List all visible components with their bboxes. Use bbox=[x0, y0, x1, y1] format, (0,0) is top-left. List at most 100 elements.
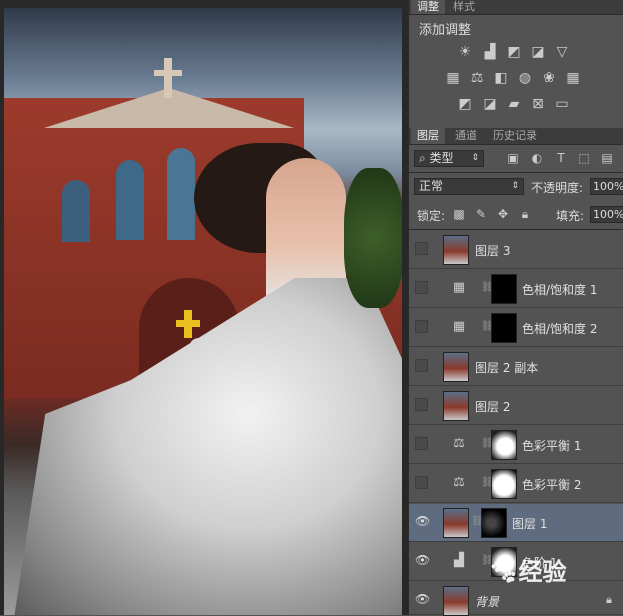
layer-mask-thumbnail[interactable] bbox=[491, 430, 517, 460]
tab-history[interactable]: 历史记录 bbox=[487, 128, 543, 144]
chevron-updown-icon: ⇕ bbox=[471, 153, 479, 163]
adjustment-filter-icon[interactable]: ◐ bbox=[529, 150, 545, 166]
gradient-map-icon[interactable]: ▭ bbox=[554, 96, 570, 112]
visibility-toggle[interactable] bbox=[415, 398, 428, 411]
black-white-icon[interactable]: ◧ bbox=[493, 70, 509, 86]
layer-row[interactable]: ▦ ⛓ 色相/饱和度 1 bbox=[409, 270, 623, 308]
layer-mask-thumbnail[interactable] bbox=[481, 508, 507, 538]
window bbox=[116, 160, 144, 240]
threshold-icon[interactable]: ▰ bbox=[506, 96, 522, 112]
blend-mode-select[interactable]: 正常 ⇕ bbox=[414, 178, 524, 195]
layer-row[interactable]: ▦ ⛓ 色相/饱和度 2 bbox=[409, 309, 623, 347]
filter-kind-value: 类型 bbox=[429, 151, 454, 165]
cross-bar bbox=[154, 70, 182, 76]
layer-row[interactable]: 👁︎ ⛓ 图层 1 bbox=[409, 504, 623, 542]
layer-thumbnail bbox=[443, 391, 469, 421]
link-icon[interactable]: ⛓ bbox=[471, 515, 484, 529]
eye-icon[interactable]: 👁︎ bbox=[415, 593, 430, 606]
link-icon[interactable]: ⛓ bbox=[481, 281, 494, 295]
link-icon[interactable]: ⛓ bbox=[481, 437, 494, 451]
layer-mask-thumbnail[interactable] bbox=[491, 313, 517, 343]
paw-icon: 🐾︎ bbox=[488, 558, 519, 586]
color-balance-icon: ⚖ bbox=[453, 436, 465, 451]
layer-name: 图层 1 bbox=[512, 517, 548, 531]
layer-row[interactable]: ⚖ ⛓ 色彩平衡 2 bbox=[409, 465, 623, 503]
brightness-icon[interactable]: ☀ bbox=[457, 44, 473, 60]
link-icon[interactable]: ⛓ bbox=[481, 320, 494, 334]
tab-adjustments[interactable]: 调整 bbox=[411, 0, 445, 14]
hue-sat-icon: ▦ bbox=[452, 280, 466, 295]
layer-name: 图层 2 副本 bbox=[475, 361, 539, 375]
layer-thumbnail bbox=[443, 508, 469, 538]
visibility-toggle[interactable] bbox=[415, 437, 428, 450]
hue-sat-icon[interactable]: ▦ bbox=[445, 70, 461, 86]
gold-cross-bar bbox=[176, 320, 200, 327]
lock-all-icon[interactable]: 🔒︎ bbox=[517, 206, 533, 222]
blend-mode-value: 正常 bbox=[419, 179, 444, 193]
divider bbox=[409, 229, 623, 230]
curves-icon[interactable]: ◩ bbox=[506, 44, 522, 60]
watermark-text: 经验 bbox=[518, 558, 567, 586]
layers-tabbar: 图层 通道 历史记录 bbox=[409, 128, 623, 145]
visibility-toggle[interactable] bbox=[415, 476, 428, 489]
exposure-icon[interactable]: ◪ bbox=[530, 44, 546, 60]
canvas-area[interactable] bbox=[0, 0, 408, 615]
channel-mixer-icon[interactable]: ❀ bbox=[541, 70, 557, 86]
lock-label: 锁定: bbox=[417, 209, 446, 223]
visibility-toggle[interactable] bbox=[415, 281, 428, 294]
levels-icon: ▟ bbox=[454, 553, 464, 568]
layer-thumbnail bbox=[443, 235, 469, 265]
tab-styles[interactable]: 样式 bbox=[447, 0, 481, 14]
lock-transparent-icon[interactable]: ▩ bbox=[451, 206, 467, 222]
layer-thumbnail bbox=[443, 586, 469, 616]
color-balance-icon: ⚖ bbox=[453, 475, 465, 490]
link-icon[interactable]: ⛓ bbox=[481, 476, 494, 490]
layer-name: 色彩平衡 2 bbox=[522, 478, 582, 492]
layer-mask-thumbnail[interactable] bbox=[491, 469, 517, 499]
search-icon: ⌕ bbox=[419, 151, 430, 165]
fill-field[interactable]: 100% bbox=[590, 206, 623, 223]
cross-icon bbox=[164, 58, 172, 98]
lock-icon[interactable]: 🔒︎ bbox=[601, 592, 617, 608]
layer-name: 图层 2 bbox=[475, 400, 511, 414]
lock-position-icon[interactable]: ✥ bbox=[495, 206, 511, 222]
filter-kind-select[interactable]: ⌕ 类型 ⇕ bbox=[414, 150, 484, 167]
opacity-field[interactable]: 100% bbox=[590, 178, 623, 195]
tab-channels[interactable]: 通道 bbox=[449, 128, 483, 144]
adjustments-tabbar: 调整 样式 bbox=[409, 0, 623, 15]
eye-icon[interactable]: 👁︎ bbox=[415, 554, 430, 567]
layer-name: 色彩平衡 1 bbox=[522, 439, 582, 453]
layer-row[interactable]: ⚖ ⛓ 色彩平衡 1 bbox=[409, 426, 623, 464]
levels-icon[interactable]: ▟ bbox=[482, 44, 498, 60]
wedding-photo bbox=[4, 8, 402, 615]
add-adjustment-label: 添加调整 bbox=[419, 23, 472, 38]
window bbox=[167, 148, 195, 240]
fill-label: 填充: bbox=[556, 209, 585, 223]
layer-row[interactable]: 图层 2 bbox=[409, 387, 623, 425]
smart-object-filter-icon[interactable]: ▤ bbox=[599, 150, 615, 166]
lock-pixels-icon[interactable]: ✎ bbox=[473, 206, 489, 222]
layer-name: 色相/饱和度 2 bbox=[522, 322, 598, 336]
layer-mask-thumbnail[interactable] bbox=[491, 274, 517, 304]
visibility-toggle[interactable] bbox=[415, 320, 428, 333]
layer-row[interactable]: 图层 2 副本 bbox=[409, 348, 623, 386]
shape-filter-icon[interactable]: ⬚ bbox=[576, 150, 592, 166]
type-filter-icon[interactable]: T bbox=[553, 150, 569, 166]
color-lookup-icon[interactable]: ▦ bbox=[565, 70, 581, 86]
visibility-toggle[interactable] bbox=[415, 359, 428, 372]
color-balance-icon[interactable]: ⚖ bbox=[469, 70, 485, 86]
layer-name: 背景 bbox=[475, 595, 500, 609]
selective-color-icon[interactable]: ⊠ bbox=[530, 96, 546, 112]
hue-sat-icon: ▦ bbox=[452, 319, 466, 334]
pixel-filter-icon[interactable]: ▣ bbox=[505, 150, 521, 166]
tab-layers[interactable]: 图层 bbox=[411, 128, 445, 144]
visibility-toggle[interactable] bbox=[415, 242, 428, 255]
posterize-icon[interactable]: ◪ bbox=[482, 96, 498, 112]
invert-icon[interactable]: ◩ bbox=[457, 96, 473, 112]
layer-thumbnail bbox=[443, 352, 469, 382]
layer-row[interactable]: 图层 3 bbox=[409, 231, 623, 269]
photo-filter-icon[interactable]: ◍ bbox=[517, 70, 533, 86]
chevron-updown-icon: ⇕ bbox=[511, 181, 519, 191]
eye-icon[interactable]: 👁︎ bbox=[415, 515, 430, 528]
vibrance-icon[interactable]: ▽ bbox=[554, 44, 570, 60]
